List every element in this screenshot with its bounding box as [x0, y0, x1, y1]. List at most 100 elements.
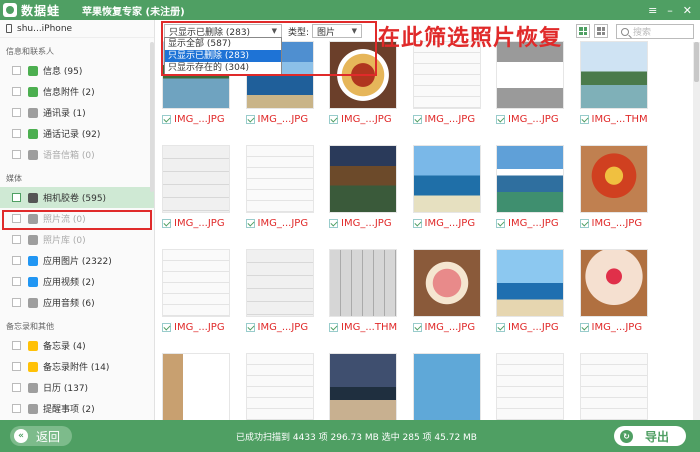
sidebar-item[interactable]: 应用音频 (6) — [0, 292, 154, 313]
checkbox[interactable] — [12, 235, 21, 244]
photo-thumbnail[interactable] — [162, 249, 230, 317]
photo-tile[interactable]: IMG_...JPG — [496, 145, 568, 230]
menu-icon[interactable]: ≡ — [648, 4, 657, 17]
photo-thumbnail[interactable] — [329, 249, 397, 317]
photo-checkbox[interactable] — [579, 218, 589, 228]
photo-tile[interactable] — [412, 353, 485, 421]
checkbox[interactable] — [12, 150, 21, 159]
photo-checkbox[interactable] — [412, 322, 422, 332]
type-select[interactable]: 图片 ▼ — [312, 24, 363, 38]
photo-tile[interactable]: IMG_...JPG — [579, 249, 652, 334]
photo-tile[interactable] — [162, 353, 234, 421]
photo-checkbox[interactable] — [329, 218, 338, 228]
photo-tile[interactable] — [496, 353, 568, 421]
checkbox[interactable] — [12, 87, 21, 96]
sidebar-item[interactable]: 语音信箱 (0) — [0, 144, 154, 165]
checkbox[interactable] — [12, 404, 21, 413]
checkbox[interactable] — [12, 383, 21, 392]
photo-checkbox[interactable] — [245, 114, 255, 124]
checkbox[interactable] — [12, 256, 21, 265]
checkbox[interactable] — [12, 193, 21, 202]
filter-select[interactable]: 只显示已删除 (283) ▼ — [164, 24, 282, 38]
photo-thumbnail[interactable] — [579, 249, 648, 317]
filter-option[interactable]: 只显示存在的 (304) — [165, 62, 281, 74]
sidebar-item[interactable]: 信息 (95) — [0, 60, 154, 81]
sidebar-item[interactable]: 应用图片 (2322) — [0, 250, 154, 271]
photo-tile[interactable]: IMG_...JPG — [329, 41, 401, 126]
search-input[interactable]: 搜索 — [616, 24, 694, 39]
photo-thumbnail[interactable] — [579, 145, 648, 213]
photo-tile[interactable]: IMG_...THM — [579, 41, 652, 126]
sidebar-item[interactable]: 照片库 (0) — [0, 229, 154, 250]
sidebar-item[interactable]: 相机胶卷 (595) — [0, 187, 154, 208]
photo-tile[interactable]: IMG_...JPG — [496, 249, 568, 334]
photo-checkbox[interactable] — [496, 218, 505, 228]
filter-option[interactable]: 只显示已删除 (283) — [165, 50, 281, 62]
photo-tile[interactable]: IMG_...JPG — [245, 249, 318, 334]
checkbox[interactable] — [12, 66, 21, 75]
photo-thumbnail[interactable] — [245, 353, 314, 421]
photo-thumbnail[interactable] — [496, 249, 564, 317]
checkbox[interactable] — [12, 298, 21, 307]
sidebar-item[interactable]: 备忘录 (4) — [0, 335, 154, 356]
main-scrollbar[interactable] — [693, 42, 700, 420]
photo-checkbox[interactable] — [245, 322, 255, 332]
photo-thumbnail[interactable] — [245, 145, 314, 213]
photo-tile[interactable]: IMG_...JPG — [412, 145, 485, 230]
sidebar-item[interactable]: 日历 (137) — [0, 377, 154, 398]
photo-checkbox[interactable] — [412, 114, 422, 124]
checkbox[interactable] — [12, 362, 21, 371]
photo-tile[interactable]: IMG_...JPG — [579, 145, 652, 230]
photo-checkbox[interactable] — [245, 218, 255, 228]
photo-tile[interactable] — [329, 353, 401, 421]
photo-tile[interactable]: IMG_...JPG — [412, 249, 485, 334]
photo-tile[interactable]: IMG_...JPG — [412, 41, 485, 126]
photo-checkbox[interactable] — [579, 114, 589, 124]
grid-view-icon[interactable] — [576, 24, 590, 38]
checkbox[interactable] — [12, 129, 21, 138]
photo-tile[interactable] — [245, 353, 318, 421]
sidebar-item[interactable]: 通讯录 (1) — [0, 102, 154, 123]
checkbox[interactable] — [12, 277, 21, 286]
photo-checkbox[interactable] — [412, 218, 422, 228]
sidebar-item[interactable]: 提醒事项 (2) — [0, 398, 154, 419]
sidebar-item[interactable]: 通话记录 (92) — [0, 123, 154, 144]
photo-checkbox[interactable] — [162, 114, 171, 124]
photo-checkbox[interactable] — [329, 322, 338, 332]
photo-thumbnail[interactable] — [496, 145, 564, 213]
photo-checkbox[interactable] — [496, 322, 505, 332]
minimize-icon[interactable]: – — [667, 4, 673, 17]
photo-thumbnail[interactable] — [412, 249, 481, 317]
photo-checkbox[interactable] — [162, 218, 171, 228]
filter-option[interactable]: 显示全部 (587) — [165, 38, 281, 50]
photo-thumbnail[interactable] — [329, 353, 397, 421]
back-button[interactable]: « 返回 — [10, 426, 72, 446]
device-row[interactable]: shu...iPhone — [0, 20, 154, 38]
sidebar-item[interactable]: 应用视频 (2) — [0, 271, 154, 292]
photo-tile[interactable]: IMG_...THM — [329, 249, 401, 334]
photo-thumbnail[interactable] — [162, 353, 230, 421]
list-view-icon[interactable] — [594, 24, 608, 38]
photo-thumbnail[interactable] — [496, 353, 564, 421]
photo-thumbnail[interactable] — [329, 145, 397, 213]
photo-thumbnail[interactable] — [412, 145, 481, 213]
photo-tile[interactable]: IMG_...JPG — [162, 145, 234, 230]
photo-thumbnail[interactable] — [245, 249, 314, 317]
photo-thumbnail[interactable] — [579, 41, 648, 109]
photo-tile[interactable]: IMG_...JPG — [329, 145, 401, 230]
export-button[interactable]: ↻ 导出 — [614, 426, 686, 446]
photo-checkbox[interactable] — [329, 114, 338, 124]
sidebar-item[interactable]: 照片流 (0) — [0, 208, 154, 229]
photo-thumbnail[interactable] — [412, 353, 481, 421]
checkbox[interactable] — [12, 341, 21, 350]
checkbox[interactable] — [12, 214, 21, 223]
sidebar-item[interactable]: 备忘录附件 (14) — [0, 356, 154, 377]
photo-checkbox[interactable] — [579, 322, 589, 332]
photo-tile[interactable] — [579, 353, 652, 421]
photo-checkbox[interactable] — [162, 322, 171, 332]
sidebar-scrollbar[interactable] — [150, 42, 154, 192]
checkbox[interactable] — [12, 108, 21, 117]
sidebar-item[interactable]: 信息附件 (2) — [0, 81, 154, 102]
photo-thumbnail[interactable] — [162, 145, 230, 213]
photo-tile[interactable]: IMG_...JPG — [162, 249, 234, 334]
